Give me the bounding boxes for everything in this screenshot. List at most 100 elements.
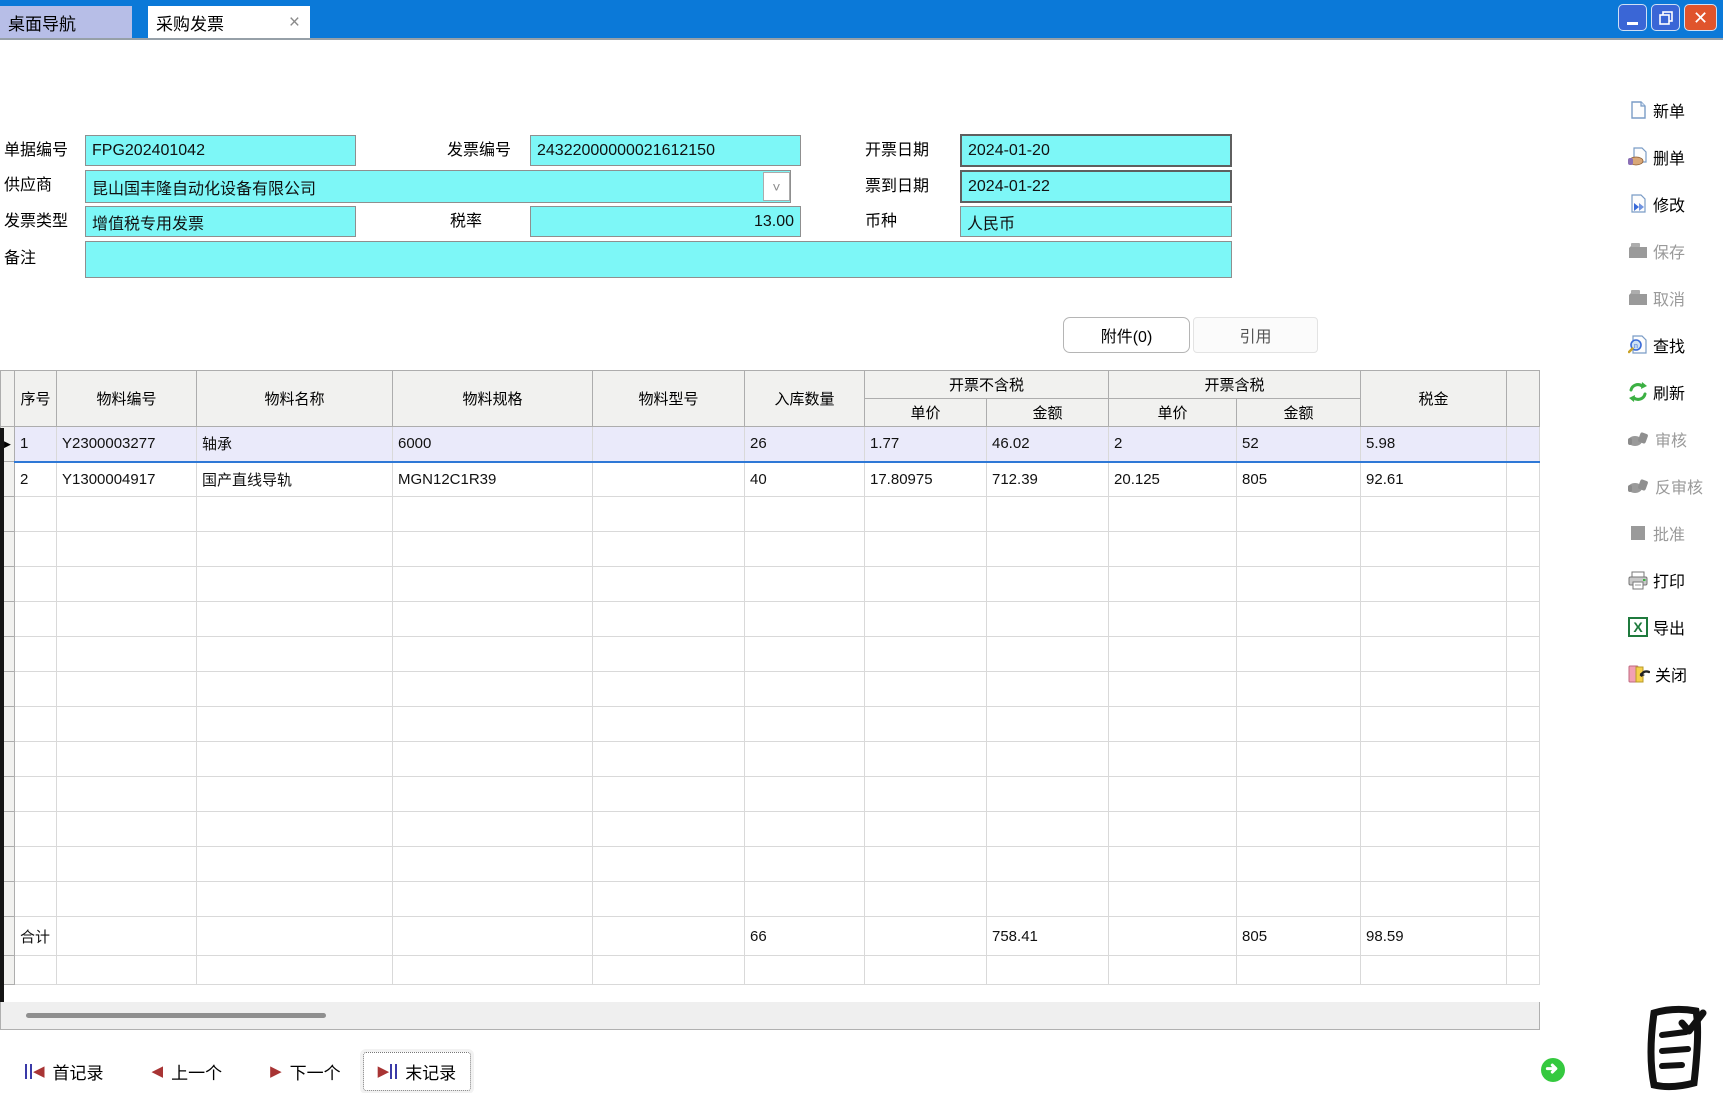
close-button[interactable]: ✕ [1684, 4, 1717, 31]
remark-field[interactable] [85, 241, 1232, 278]
cell-name[interactable]: 国产直线导轨 [197, 462, 393, 497]
grid-empty-row [1, 567, 1540, 602]
currency-field[interactable] [960, 206, 1232, 237]
col-header-excl-tax-group: 开票不含税 [865, 371, 1109, 399]
cell-name[interactable]: 轴承 [197, 427, 393, 462]
col-header-qty: 入库数量 [745, 371, 865, 427]
cell-excl-price[interactable]: 1.77 [865, 427, 987, 462]
previous-record-button[interactable]: ◀ 上一个 [152, 1059, 223, 1084]
delete-doc-icon [1628, 147, 1648, 167]
close-page-button[interactable]: 关闭 [1628, 650, 1723, 697]
tax-rate-field[interactable] [530, 206, 801, 237]
total-qty: 66 [745, 917, 865, 956]
tab-desktop-nav-label: 桌面导航 [8, 10, 76, 35]
total-empty [1109, 917, 1237, 956]
grid-horizontal-scrollbar[interactable] [0, 1002, 1540, 1030]
print-button[interactable]: 打印 [1628, 556, 1723, 603]
invoice-type-field[interactable] [85, 206, 356, 237]
grid-empty-row [1, 847, 1540, 882]
edit-button[interactable]: 修改 [1628, 180, 1723, 227]
titlebar: 桌面导航 采购发票 × ✕ [0, 0, 1723, 40]
cell-incl-price[interactable]: 20.125 [1109, 462, 1237, 497]
save-icon [1628, 241, 1648, 261]
export-icon: X [1628, 617, 1648, 637]
remark-label: 备注 [4, 243, 36, 274]
cell-excl-amount[interactable]: 46.02 [987, 427, 1109, 462]
arrival-date-field[interactable] [960, 170, 1232, 203]
doc-no-field[interactable] [85, 135, 356, 166]
cell-incl-amount[interactable]: 805 [1237, 462, 1361, 497]
invoice-no-field[interactable] [530, 135, 801, 166]
col-header-tax: 税金 [1361, 371, 1507, 427]
col-header-incl-amount: 金额 [1237, 399, 1361, 427]
green-status-icon [1540, 1057, 1566, 1088]
last-record-button[interactable]: ▶ 末记录 [363, 1052, 472, 1091]
grid-empty-row [1, 742, 1540, 777]
refresh-button[interactable]: 刷新 [1628, 368, 1723, 415]
window-controls: ✕ [1618, 4, 1717, 31]
attachment-button[interactable]: 附件(0) [1063, 317, 1190, 353]
total-empty [865, 917, 987, 956]
supplier-field[interactable] [85, 170, 791, 203]
cell-qty[interactable]: 40 [745, 462, 865, 497]
chevron-down-icon: ˅ [772, 179, 780, 195]
export-button[interactable]: X 导出 [1628, 603, 1723, 650]
col-header-spec: 物料规格 [393, 371, 593, 427]
new-doc-button[interactable]: 新单 [1628, 86, 1723, 133]
cell-code[interactable]: Y2300003277 [57, 427, 197, 462]
total-empty [197, 917, 393, 956]
tab-desktop-nav[interactable]: 桌面导航 [0, 6, 132, 38]
save-button: 保存 [1628, 227, 1723, 274]
cell-tax[interactable]: 92.61 [1361, 462, 1507, 497]
tab-purchase-invoice[interactable]: 采购发票 × [148, 6, 310, 38]
approve-icon [1628, 523, 1648, 543]
cell-qty[interactable]: 26 [745, 427, 865, 462]
cell-incl-amount[interactable]: 52 [1237, 427, 1361, 462]
reference-button[interactable]: 引用 [1193, 317, 1318, 353]
grid-empty-row [1, 497, 1540, 532]
approve-button: 批准 [1628, 509, 1723, 556]
grid-empty-row [1, 956, 1540, 985]
cell-excl-amount[interactable]: 712.39 [987, 462, 1109, 497]
unaudit-button: 反审核 [1628, 462, 1723, 509]
cell-seq[interactable]: 1 [15, 427, 57, 462]
restore-button[interactable] [1651, 4, 1680, 31]
cell-spec[interactable]: 6000 [393, 427, 593, 462]
tab-purchase-invoice-label: 采购发票 [156, 10, 224, 35]
first-record-button[interactable]: ◀ 首记录 [25, 1059, 104, 1084]
cell-code[interactable]: Y1300004917 [57, 462, 197, 497]
minimize-button[interactable] [1618, 4, 1647, 31]
cell-seq[interactable]: 2 [15, 462, 57, 497]
cell-filler [1507, 917, 1540, 956]
cell-tax[interactable]: 5.98 [1361, 427, 1507, 462]
cell-spec[interactable]: MGN12C1R39 [393, 462, 593, 497]
supplier-dropdown-button[interactable]: ˅ [763, 172, 790, 201]
total-excl-amount: 758.41 [987, 917, 1109, 956]
cell-model[interactable] [593, 427, 745, 462]
tax-rate-label: 税率 [450, 206, 482, 237]
tab-close-icon[interactable]: × [287, 13, 302, 32]
invoice-no-label: 发票编号 [447, 135, 511, 166]
row-indicator-header [1, 371, 15, 427]
cell-model[interactable] [593, 462, 745, 497]
total-empty [593, 917, 745, 956]
search-icon: n [1628, 335, 1648, 355]
cell-excl-price[interactable]: 17.80975 [865, 462, 987, 497]
col-header-model: 物料型号 [593, 371, 745, 427]
scrollbar-thumb[interactable] [26, 1013, 326, 1018]
delete-doc-button[interactable]: 删单 [1628, 133, 1723, 180]
find-button[interactable]: n 查找 [1628, 321, 1723, 368]
total-label: 合计 [15, 917, 57, 956]
col-header-code: 物料编号 [57, 371, 197, 427]
col-header-seq: 序号 [15, 371, 57, 427]
col-header-filler [1507, 371, 1540, 427]
grid-row-1[interactable]: ▶ 1 Y2300003277 轴承 6000 26 1.77 46.02 2 … [1, 427, 1540, 462]
last-record-icon: ▶ [378, 1064, 398, 1079]
print-icon [1628, 570, 1648, 590]
grid-row-2[interactable]: 2 Y1300004917 国产直线导轨 MGN12C1R39 40 17.80… [1, 462, 1540, 497]
col-header-name: 物料名称 [197, 371, 393, 427]
next-record-button[interactable]: ▶ 下一个 [270, 1059, 341, 1084]
invoice-date-field[interactable] [960, 134, 1232, 167]
cell-incl-price[interactable]: 2 [1109, 427, 1237, 462]
grid-empty-row [1, 672, 1540, 707]
